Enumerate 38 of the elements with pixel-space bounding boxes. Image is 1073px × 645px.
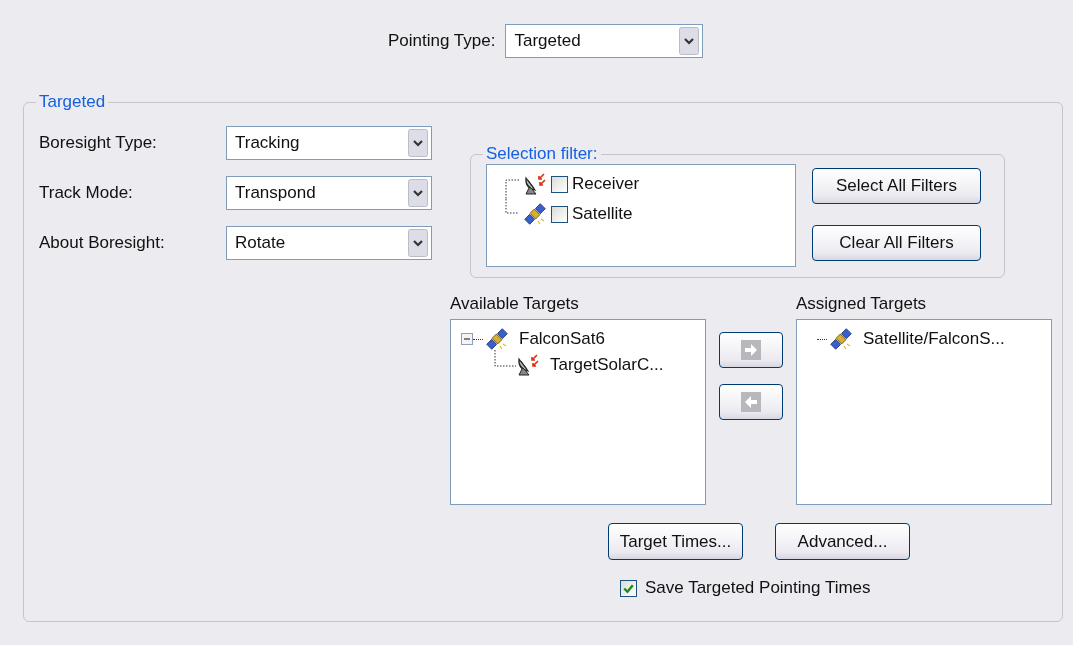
dropdown[interactable]: Transpond	[226, 176, 432, 210]
group-title: Targeted	[38, 92, 107, 112]
satellite-icon	[523, 202, 547, 226]
group-title: Selection filter:	[485, 144, 599, 164]
tree-item[interactable]: TargetSolarC...	[550, 355, 664, 375]
satellite-icon	[829, 327, 853, 351]
chevron-down-icon	[407, 229, 429, 257]
field-label: Boresight Type:	[39, 133, 158, 153]
tree-line	[494, 349, 516, 367]
filter-label: Satellite	[572, 204, 633, 224]
dish-receiver-icon	[523, 172, 547, 196]
filter-button[interactable]: Select All Filters	[812, 168, 981, 204]
tree-line	[505, 179, 519, 199]
field-label: About Boresight:	[39, 233, 166, 253]
pointing-type-label: Pointing Type:	[388, 31, 496, 51]
dialog-button[interactable]: Target Times...	[608, 523, 743, 560]
dropdown[interactable]: Rotate	[226, 226, 432, 260]
list-title: Available Targets	[450, 294, 580, 315]
pointing-type-dropdown[interactable]: Targeted	[505, 24, 704, 58]
chevron-down-icon	[678, 27, 701, 55]
tree-item[interactable]: Satellite/FalconS...	[863, 329, 1005, 349]
dropdown[interactable]: Tracking	[226, 126, 432, 160]
checkbox[interactable]	[551, 205, 568, 223]
checkbox[interactable]	[551, 175, 568, 193]
checkbox-label: Save Targeted Pointing Times	[645, 578, 871, 598]
satellite-icon	[485, 327, 509, 351]
filter-label: Receiver	[572, 174, 640, 194]
list-title: Assigned Targets	[796, 294, 928, 315]
checkbox[interactable]	[620, 579, 637, 597]
tree-line	[505, 199, 519, 214]
tree-item[interactable]: FalconSat6	[519, 329, 605, 349]
chevron-down-icon	[407, 179, 429, 207]
dialog-button[interactable]: Advanced...	[775, 523, 910, 560]
chevron-down-icon	[407, 129, 429, 157]
filter-button[interactable]: Clear All Filters	[812, 225, 981, 261]
dish-receiver-icon	[516, 353, 540, 377]
collapse-toggle[interactable]	[461, 333, 473, 345]
field-label: Track Mode:	[39, 183, 134, 203]
